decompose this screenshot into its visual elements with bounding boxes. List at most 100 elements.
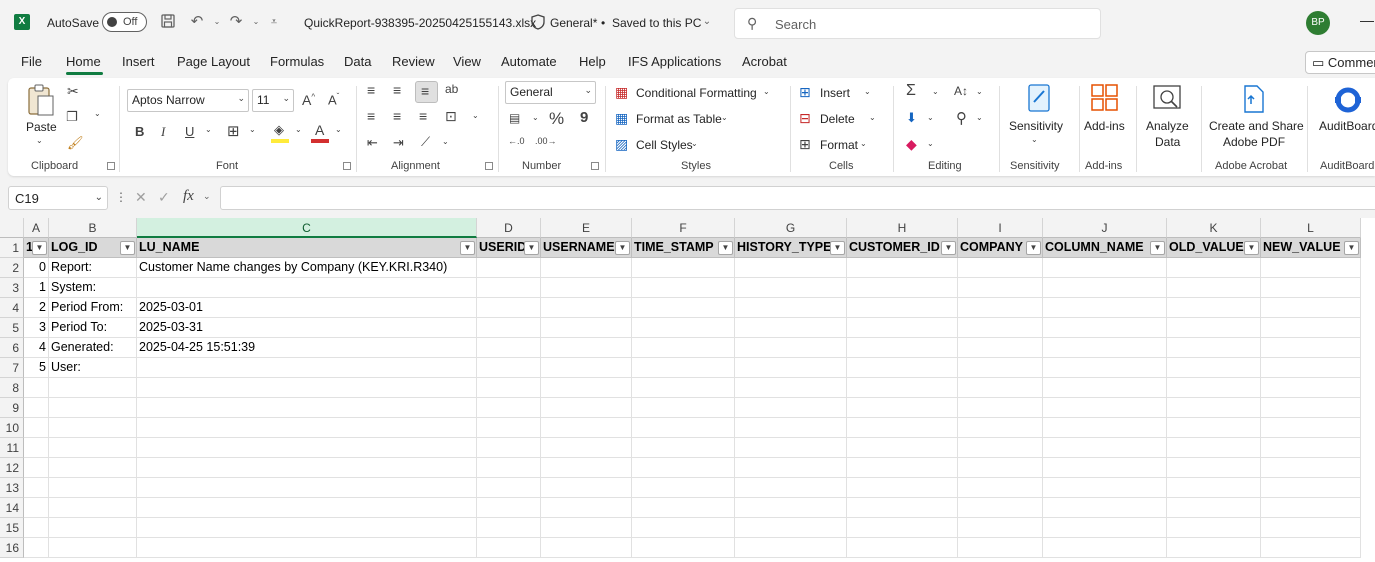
table-cell[interactable]: 2025-03-01	[137, 298, 477, 318]
column-header-d[interactable]: D	[477, 218, 541, 238]
sensitivity-chevron-icon[interactable]: ⌄	[1031, 135, 1038, 144]
empty-cell[interactable]	[137, 398, 477, 418]
empty-cell[interactable]	[24, 538, 49, 558]
row-header-1[interactable]: 1	[0, 238, 24, 258]
empty-cell[interactable]	[958, 498, 1043, 518]
table-cell[interactable]	[632, 338, 735, 358]
empty-cell[interactable]	[632, 438, 735, 458]
table-cell[interactable]	[735, 298, 847, 318]
empty-cell[interactable]	[1261, 498, 1361, 518]
table-cell[interactable]	[541, 338, 632, 358]
empty-cell[interactable]	[847, 498, 958, 518]
search-box[interactable]: ⚲ Search	[734, 8, 1101, 39]
table-cell[interactable]	[735, 258, 847, 278]
table-cell[interactable]: 2025-04-25 15:51:39	[137, 338, 477, 358]
select-all-button[interactable]	[0, 218, 24, 238]
empty-cell[interactable]	[24, 458, 49, 478]
align-right-icon[interactable]: ≡	[419, 108, 427, 124]
filter-dropdown-icon[interactable]: ▼	[830, 241, 845, 255]
format-table-icon[interactable]: ▦	[615, 110, 628, 127]
filter-dropdown-icon[interactable]: ▼	[1344, 241, 1359, 255]
table-cell[interactable]	[541, 358, 632, 378]
empty-cell[interactable]	[1043, 438, 1167, 458]
redo-icon[interactable]: ↷	[227, 13, 245, 31]
table-cell[interactable]	[541, 278, 632, 298]
empty-cell[interactable]	[632, 378, 735, 398]
empty-cell[interactable]	[1167, 458, 1261, 478]
orientation-chevron-icon[interactable]: ⌄	[442, 137, 449, 146]
fill-color-icon[interactable]: ◈	[271, 122, 289, 143]
table-cell[interactable]	[1043, 298, 1167, 318]
row-header-5[interactable]: 5	[0, 318, 24, 338]
table-cell[interactable]	[1261, 298, 1361, 318]
column-header-j[interactable]: J	[1043, 218, 1167, 238]
percent-style-button[interactable]: %	[549, 109, 564, 129]
empty-cell[interactable]	[735, 378, 847, 398]
empty-cell[interactable]	[477, 378, 541, 398]
tab-view[interactable]: View	[453, 54, 481, 69]
empty-cell[interactable]	[1167, 378, 1261, 398]
add-ins-icon[interactable]	[1091, 84, 1119, 112]
column-header-f[interactable]: F	[632, 218, 735, 238]
comma-style-button[interactable]: 9	[580, 109, 588, 126]
empty-cell[interactable]	[477, 538, 541, 558]
table-cell[interactable]	[735, 318, 847, 338]
table-cell[interactable]	[477, 358, 541, 378]
table-cell[interactable]	[847, 318, 958, 338]
table-cell[interactable]: User:	[49, 358, 137, 378]
tab-review[interactable]: Review	[392, 54, 435, 69]
table-cell[interactable]: 3	[24, 318, 49, 338]
empty-cell[interactable]	[632, 418, 735, 438]
wrap-text-icon[interactable]: ab	[445, 82, 458, 96]
empty-cell[interactable]	[1043, 498, 1167, 518]
table-cell[interactable]	[958, 318, 1043, 338]
table-cell[interactable]	[735, 338, 847, 358]
empty-cell[interactable]	[137, 478, 477, 498]
empty-cell[interactable]	[1261, 518, 1361, 538]
find-select-icon[interactable]: ⚲	[956, 109, 967, 127]
empty-cell[interactable]	[24, 418, 49, 438]
empty-cell[interactable]	[477, 398, 541, 418]
avatar[interactable]: BP	[1306, 11, 1330, 35]
empty-cell[interactable]	[847, 458, 958, 478]
empty-cell[interactable]	[541, 478, 632, 498]
align-top-icon[interactable]: ≡	[367, 82, 375, 98]
align-center-icon[interactable]: ≡	[393, 108, 401, 124]
tab-ifs-applications[interactable]: IFS Applications	[628, 54, 721, 69]
column-header-l[interactable]: L	[1261, 218, 1361, 238]
insert-cells-icon[interactable]: ⊞	[799, 84, 811, 101]
empty-cell[interactable]	[477, 438, 541, 458]
sensitivity-button[interactable]: Sensitivity	[1009, 119, 1063, 133]
empty-cell[interactable]	[1167, 538, 1261, 558]
empty-cell[interactable]	[24, 398, 49, 418]
empty-cell[interactable]	[24, 438, 49, 458]
empty-cell[interactable]	[477, 498, 541, 518]
copy-chevron-icon[interactable]: ⌄	[94, 109, 101, 118]
table-cell[interactable]	[632, 318, 735, 338]
table-cell[interactable]: System:	[49, 278, 137, 298]
row-header-13[interactable]: 13	[0, 478, 24, 498]
empty-cell[interactable]	[541, 398, 632, 418]
sort-chevron-icon[interactable]: ⌄	[976, 87, 983, 96]
borders-icon[interactable]: ⊞	[227, 122, 240, 140]
empty-cell[interactable]	[958, 458, 1043, 478]
row-header-11[interactable]: 11	[0, 438, 24, 458]
fill-chevron-icon[interactable]: ⌄	[295, 125, 302, 134]
table-cell[interactable]	[137, 358, 477, 378]
table-cell[interactable]	[1167, 298, 1261, 318]
tab-home[interactable]: Home	[66, 54, 101, 69]
table-cell[interactable]	[1261, 338, 1361, 358]
fill-down-icon[interactable]: ⬇	[906, 110, 917, 126]
table-cell[interactable]	[477, 298, 541, 318]
undo-chevron-icon[interactable]: ⌄	[208, 13, 226, 31]
format-cells-button[interactable]: Format	[820, 138, 858, 152]
table-cell[interactable]	[1043, 318, 1167, 338]
number-format-select[interactable]: General ⌄	[505, 81, 596, 104]
tab-acrobat[interactable]: Acrobat	[742, 54, 787, 69]
table-cell[interactable]	[735, 358, 847, 378]
empty-cell[interactable]	[541, 498, 632, 518]
accounting-chevron-icon[interactable]: ⌄	[532, 113, 539, 122]
table-cell[interactable]	[1167, 338, 1261, 358]
table-cell[interactable]	[541, 258, 632, 278]
filter-dropdown-icon[interactable]: ▼	[718, 241, 733, 255]
